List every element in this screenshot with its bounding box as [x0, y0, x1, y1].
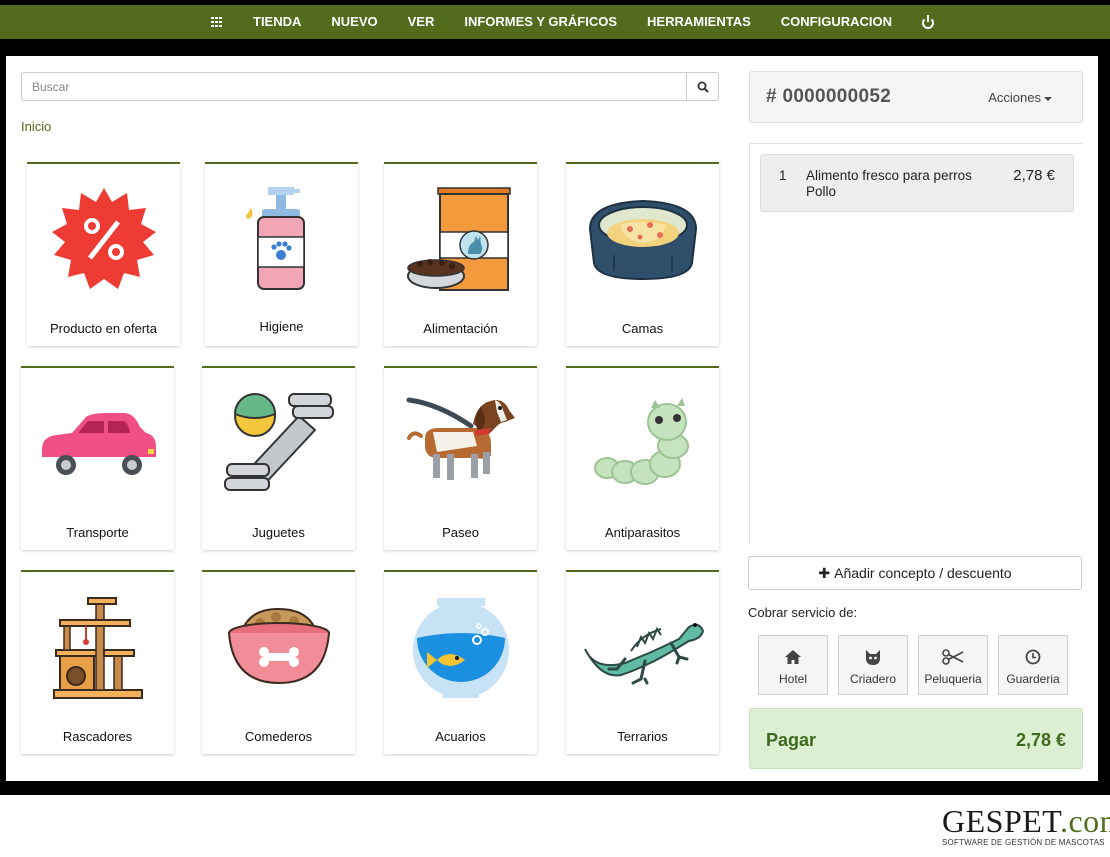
category-tile-terrarios[interactable]: Terrarios: [566, 570, 719, 754]
pay-label: Pagar: [766, 730, 817, 750]
line-description-name: Alimento fresco para perros: [806, 168, 972, 183]
category-label: Rascadores: [62, 729, 133, 744]
ticket-line[interactable]: 1 Alimento fresco para perros Pollo 2,78…: [760, 154, 1074, 212]
service-label: Guarderia: [1006, 672, 1060, 686]
category-tile-juguetes[interactable]: Juguetes: [202, 366, 355, 550]
top-navbar: TIENDA NUEVO VER INFORMES Y GRÁFICOS HER…: [0, 5, 1110, 39]
category-label: Transporte: [66, 525, 129, 540]
category-tile-rascadores[interactable]: Rascadores: [21, 570, 174, 754]
service-criadero-button[interactable]: Criadero: [838, 635, 908, 695]
category-tile-antiparasitos[interactable]: Antiparasitos: [566, 366, 719, 550]
add-concept-label: Añadir concepto / descuento: [834, 565, 1012, 581]
actions-label: Acciones: [988, 90, 1041, 105]
category-tile-alimentacion[interactable]: Alimentación: [384, 162, 537, 346]
line-description: Alimento fresco para perros Pollo: [806, 168, 996, 200]
pet-food-bag-icon: [406, 187, 511, 291]
charge-service-label: Cobrar servicio de:: [748, 605, 858, 620]
nav-tienda[interactable]: TIENDA: [253, 5, 301, 39]
service-guarderia-button[interactable]: Guarderia: [998, 635, 1068, 695]
category-label: Camas: [621, 321, 664, 336]
discount-badge-icon: [51, 188, 156, 289]
food-bowl-icon: [227, 607, 330, 685]
brand-tld: .com: [1059, 803, 1110, 839]
category-tile-transporte[interactable]: Transporte: [21, 366, 174, 550]
clock-icon: [1025, 649, 1041, 665]
worm-icon: [593, 398, 689, 485]
scissors-icon: [942, 649, 964, 665]
category-label: Paseo: [442, 525, 479, 540]
caret-down-icon: [1044, 96, 1052, 101]
ticket-number: # 0000000052: [766, 86, 892, 107]
nav-configuracion[interactable]: CONFIGURACION: [781, 5, 892, 39]
category-label: Comederos: [244, 729, 313, 744]
category-label: Antiparasitos: [604, 525, 681, 540]
category-tile-comederos[interactable]: Comederos: [202, 570, 355, 754]
category-tile-oferta[interactable]: Producto en oferta: [27, 162, 180, 346]
line-description-variant: Pollo: [806, 184, 837, 199]
category-tile-acuarios[interactable]: Acuarios: [384, 570, 537, 754]
scratching-post-icon: [52, 597, 143, 699]
cat-icon: [866, 650, 880, 665]
line-qty: 1: [779, 168, 787, 183]
car-icon: [41, 413, 156, 475]
service-label: Peluqueria: [924, 672, 982, 686]
iguana-icon: [583, 623, 704, 685]
brand-logo: GESPET.com SOFTWARE DE GESTIÓN DE MASCOT…: [942, 803, 1110, 847]
category-label: Juguetes: [252, 525, 305, 540]
line-price: 2,78 €: [1013, 167, 1055, 184]
search-button[interactable]: [686, 73, 718, 100]
category-tile-camas[interactable]: Camas: [566, 162, 719, 346]
brand-name: GESPET: [942, 803, 1060, 839]
soap-dispenser-icon: [245, 187, 305, 290]
dog-on-leash-icon: [406, 397, 515, 480]
nav-nuevo[interactable]: NUEVO: [331, 5, 377, 39]
nav-herramientas[interactable]: HERRAMIENTAS: [647, 5, 751, 39]
category-tile-higiene[interactable]: Higiene: [205, 162, 358, 346]
ticket-header: # 0000000052 Acciones: [749, 71, 1083, 123]
search-input[interactable]: [22, 73, 686, 100]
category-label: Higiene: [259, 319, 304, 334]
breadcrumb[interactable]: Inicio: [21, 119, 51, 134]
service-peluqueria-button[interactable]: Peluqueria: [918, 635, 988, 695]
service-label: Hotel: [778, 672, 807, 686]
actions-dropdown[interactable]: Acciones: [988, 90, 1052, 105]
pay-amount: 2,78 €: [1015, 730, 1066, 750]
category-label: Producto en oferta: [50, 321, 157, 336]
power-icon[interactable]: [922, 14, 934, 29]
nav-informes[interactable]: INFORMES Y GRÁFICOS: [464, 5, 617, 39]
toy-icon: [223, 393, 334, 492]
fish-bowl-icon: [412, 598, 509, 698]
apps-grid-icon[interactable]: [211, 17, 223, 27]
brand-tagline: SOFTWARE DE GESTIÓN DE MASCOTAS: [942, 838, 1105, 847]
category-label: Acuarios: [435, 729, 486, 744]
pay-button[interactable]: Pagar 2,78 €: [749, 708, 1083, 769]
plus-icon: ✚: [818, 565, 831, 581]
search-icon: [697, 81, 709, 93]
ticket-lines: 1 Alimento fresco para perros Pollo 2,78…: [749, 143, 1083, 543]
main-panel: Inicio Producto en oferta: [6, 56, 1098, 781]
home-icon: [785, 650, 801, 664]
pet-bed-icon: [588, 199, 697, 281]
service-label: Criadero: [849, 672, 897, 686]
category-label: Terrarios: [617, 729, 668, 744]
service-hotel-button[interactable]: Hotel: [758, 635, 828, 695]
nav-ver[interactable]: VER: [408, 5, 435, 39]
category-tile-paseo[interactable]: Paseo: [384, 366, 537, 550]
search-bar: [21, 72, 719, 101]
add-concept-button[interactable]: ✚ Añadir concepto / descuento: [748, 556, 1082, 590]
category-label: Alimentación: [423, 321, 498, 336]
